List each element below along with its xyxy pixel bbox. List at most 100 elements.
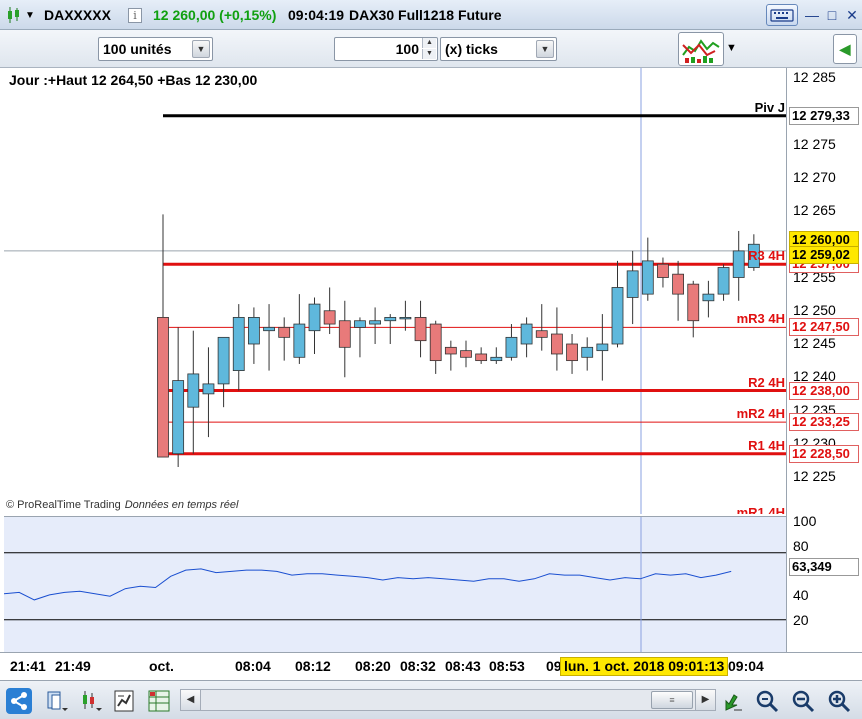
candle[interactable] <box>520 323 533 345</box>
realtime-text: Données en temps réel <box>124 499 239 511</box>
ticks-unit-select[interactable]: (x) ticks ▼ <box>440 37 557 61</box>
candle[interactable] <box>657 263 669 278</box>
candle[interactable] <box>626 270 639 298</box>
candle[interactable] <box>232 316 245 371</box>
indicator-icon[interactable] <box>112 688 138 714</box>
candle[interactable] <box>581 346 594 358</box>
candle[interactable] <box>444 346 457 355</box>
ticks-input-value: 100 <box>395 41 419 57</box>
zoom-in-glyph <box>828 690 851 713</box>
time-label: 08:04 <box>235 658 271 674</box>
title-bar: ▼ DAXXXXX i 12 260,00 (+0,15%) 09:04:19 … <box>0 0 862 30</box>
level-price-label-3: 12 238,00 <box>789 381 859 400</box>
candle[interactable] <box>263 326 275 332</box>
price-chart[interactable] <box>4 68 786 514</box>
candle[interactable] <box>187 373 200 408</box>
candles-icon[interactable] <box>78 688 104 714</box>
candle[interactable] <box>217 336 230 385</box>
level-name-3: R2 4H <box>748 374 785 390</box>
candle[interactable] <box>308 303 321 332</box>
indicators-glyph <box>682 39 720 63</box>
collapse-arrow-icon[interactable]: ◀ <box>833 34 857 64</box>
zoom-in-icon[interactable] <box>826 688 852 714</box>
share-icon[interactable] <box>6 688 32 714</box>
candle[interactable] <box>566 343 578 362</box>
spin-up-icon[interactable]: ▲ <box>422 38 436 48</box>
oscillator-tick: 80 <box>793 537 809 554</box>
candle[interactable] <box>384 316 397 322</box>
cursor-price-label: 12 259,02 <box>789 245 859 264</box>
candle[interactable] <box>172 380 185 455</box>
candle[interactable] <box>641 260 654 295</box>
zoom-auto-icon[interactable] <box>754 688 780 714</box>
price-tick: 12 250 <box>793 301 836 318</box>
price-tick: 12 225 <box>793 468 836 484</box>
candle[interactable] <box>687 283 700 322</box>
scroll-thumb[interactable]: ≡ <box>651 691 693 709</box>
close-icon[interactable]: ✕ <box>842 5 862 25</box>
oscillator-chart[interactable] <box>4 517 786 653</box>
minimize-icon[interactable]: — <box>802 5 822 25</box>
candle[interactable] <box>338 320 351 348</box>
chart-indicators-icon[interactable] <box>678 32 724 66</box>
ticks-input[interactable]: 100 ▲ ▼ <box>334 37 438 61</box>
candle[interactable] <box>399 316 412 320</box>
level-price-label-2: 12 247,50 <box>789 318 859 337</box>
time-label: 08:53 <box>489 658 525 674</box>
symbol-dropdown-arrow[interactable]: ▼ <box>25 10 35 21</box>
chevron-down-icon[interactable]: ▼ <box>536 40 554 58</box>
candle[interactable] <box>672 273 684 295</box>
maximize-icon[interactable]: □ <box>822 5 842 25</box>
time-label: 08:12 <box>295 658 331 674</box>
candle[interactable] <box>490 356 503 362</box>
units-select[interactable]: 100 unités ▼ <box>98 37 213 61</box>
candle[interactable] <box>414 316 427 342</box>
candle[interactable] <box>323 310 336 325</box>
oscillator-panel[interactable] <box>4 516 786 653</box>
candle[interactable] <box>278 326 291 338</box>
candle[interactable] <box>293 323 306 358</box>
scroll-left-icon[interactable]: ◀ <box>181 690 201 710</box>
candle[interactable] <box>157 316 169 458</box>
zoom-auto-glyph <box>756 690 779 713</box>
chevron-down-icon[interactable]: ▼ <box>726 42 737 54</box>
candle[interactable] <box>611 287 624 345</box>
candle[interactable] <box>460 350 472 358</box>
info-icon[interactable]: i <box>128 8 142 23</box>
zoom-out-icon[interactable] <box>790 688 816 714</box>
candle[interactable] <box>202 383 215 395</box>
candle[interactable] <box>535 330 548 338</box>
keyboard-icon[interactable] <box>766 4 798 26</box>
price-tick: 12 270 <box>793 168 836 185</box>
candle[interactable] <box>732 250 745 278</box>
indicator-glyph <box>114 690 134 712</box>
candle[interactable] <box>505 336 518 358</box>
instrument-name: DAX30 Full1218 Future <box>349 7 502 23</box>
candles-glyph <box>83 691 102 711</box>
candle[interactable] <box>475 353 488 362</box>
candle[interactable] <box>369 320 382 325</box>
candle[interactable] <box>596 343 609 352</box>
candle[interactable] <box>702 293 715 302</box>
spin-down-icon[interactable]: ▼ <box>422 49 436 59</box>
candlestick-chart[interactable] <box>4 68 786 514</box>
time-label: 08:43 <box>445 658 481 674</box>
candle[interactable] <box>551 333 563 355</box>
layout-icon[interactable] <box>44 688 70 714</box>
zoom-out-glyph <box>792 690 815 713</box>
candle[interactable] <box>354 320 366 328</box>
cursor-tool-icon[interactable] <box>720 688 746 714</box>
time-label: 08:32 <box>400 658 436 674</box>
candle[interactable] <box>247 316 260 345</box>
candle[interactable] <box>429 323 442 362</box>
scroll-right-icon[interactable]: ▶ <box>695 690 715 710</box>
time-axis[interactable]: 21:41 21:49 oct. 08:04 08:12 08:20 08:32 08:43 0… <box>0 652 862 680</box>
level-name-1: R3 4H <box>748 248 785 264</box>
time-scrollbar[interactable]: ◀ ≡ ▶ <box>180 689 716 711</box>
candle[interactable] <box>717 267 730 295</box>
grid-icon[interactable] <box>146 688 172 714</box>
chevron-down-icon[interactable]: ▼ <box>192 40 210 58</box>
price-axis[interactable]: 12 285 12 275 12 270 12 265 12 255 12 250 12 2… <box>786 68 862 652</box>
symbol-name[interactable]: DAXXXXX <box>44 7 111 23</box>
layout-glyph <box>47 691 68 711</box>
